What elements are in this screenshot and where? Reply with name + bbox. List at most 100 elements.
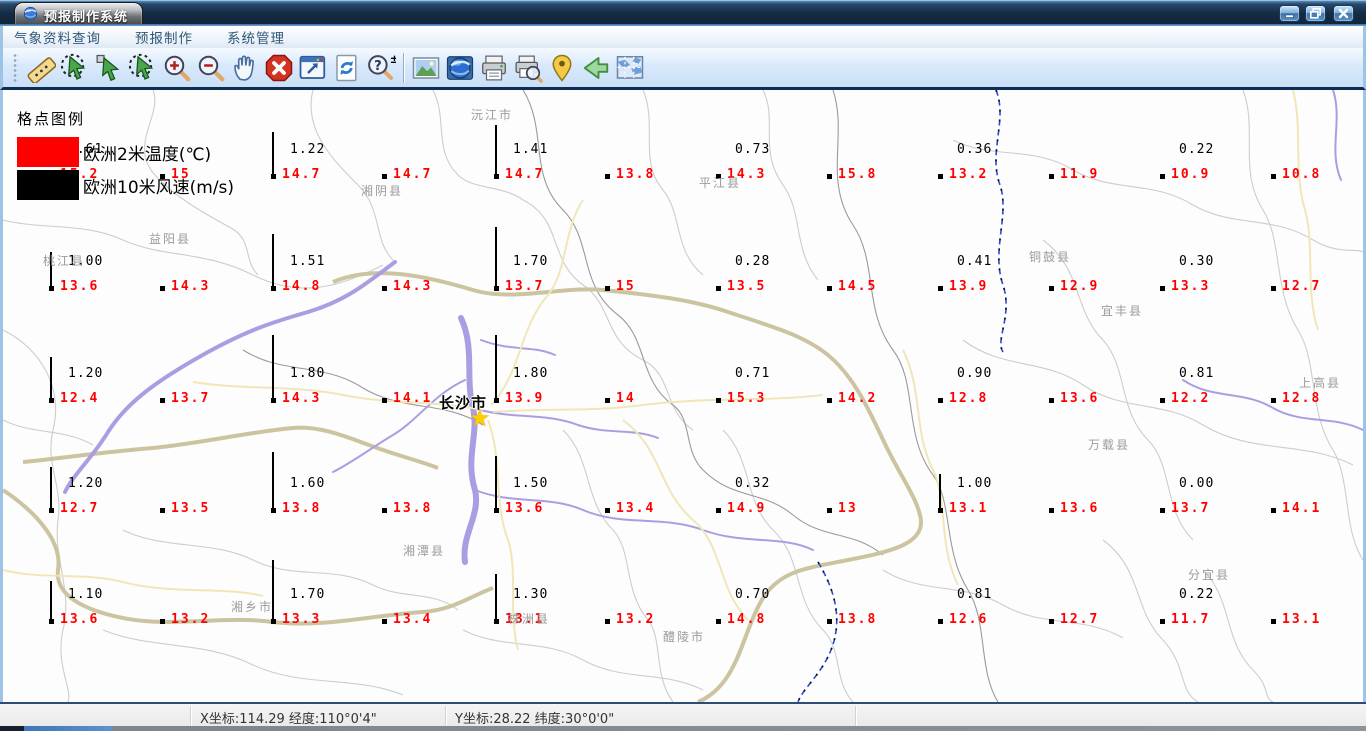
station-temperature: 14.5 bbox=[838, 279, 878, 294]
select-features-icon[interactable] bbox=[126, 51, 160, 85]
identify-query-icon[interactable]: ±? bbox=[364, 51, 398, 85]
station-windspeed: 0.71 bbox=[735, 366, 771, 381]
station-temperature: 14 bbox=[616, 391, 636, 406]
print-icon[interactable] bbox=[477, 51, 511, 85]
station-temperature: 13 bbox=[838, 501, 858, 516]
station-windspeed: 0.90 bbox=[957, 366, 993, 381]
station-windspeed: 1.70 bbox=[513, 254, 549, 269]
wind-barb-line bbox=[495, 456, 497, 510]
station-dot bbox=[938, 619, 943, 624]
locate-pin-icon[interactable] bbox=[545, 51, 579, 85]
station-dot bbox=[1160, 286, 1165, 291]
app-tab[interactable]: 预报制作系统 bbox=[14, 2, 144, 27]
station-temperature: 12.7 bbox=[60, 501, 100, 516]
station-windspeed: 1.41 bbox=[513, 142, 549, 157]
station-temperature: 14.3 bbox=[171, 279, 211, 294]
refresh-page-icon[interactable] bbox=[330, 51, 364, 85]
station-dot bbox=[938, 174, 943, 179]
wind-barb-line bbox=[272, 132, 274, 176]
menu-forecast-production[interactable]: 预报制作 bbox=[135, 27, 193, 47]
title-bar: 预报制作系统 bbox=[0, 0, 1366, 27]
station-temperature: 13.6 bbox=[1060, 391, 1100, 406]
select-by-circle-icon[interactable] bbox=[58, 51, 92, 85]
station-temperature: 14.3 bbox=[393, 279, 433, 294]
station-temperature: 13.6 bbox=[505, 501, 545, 516]
map-viewport[interactable]: 15.2 0.61 15 14.7 1.22 14.7 14.7 1.41 13.8 14.3 0.… bbox=[0, 90, 1366, 702]
export-image-icon[interactable] bbox=[409, 51, 443, 85]
station-temperature: 12.8 bbox=[949, 391, 989, 406]
wind-barb-line bbox=[495, 125, 497, 176]
station-temperature: 13.9 bbox=[949, 279, 989, 294]
restore-button[interactable] bbox=[1305, 5, 1326, 22]
station-windspeed: 1.80 bbox=[513, 366, 549, 381]
legend-title: 格点图例 bbox=[17, 110, 86, 128]
status-divider bbox=[855, 706, 856, 726]
cancel-stop-icon[interactable] bbox=[262, 51, 296, 85]
station-dot bbox=[827, 619, 832, 624]
station-windspeed: 0.22 bbox=[1179, 587, 1215, 602]
station-temperature: 14.7 bbox=[505, 167, 545, 182]
pan-hand-icon[interactable] bbox=[228, 51, 262, 85]
station-temperature: 15.3 bbox=[727, 391, 767, 406]
zoom-out-icon[interactable] bbox=[194, 51, 228, 85]
station-temperature: 13.7 bbox=[171, 391, 211, 406]
menu-system-management[interactable]: 系统管理 bbox=[227, 27, 285, 47]
station-temperature: 13.5 bbox=[727, 279, 767, 294]
globe-view-icon[interactable] bbox=[443, 51, 477, 85]
station-temperature: 13.2 bbox=[616, 612, 656, 627]
close-button[interactable] bbox=[1333, 5, 1354, 22]
zoom-in-icon[interactable] bbox=[160, 51, 194, 85]
select-element-icon[interactable] bbox=[92, 51, 126, 85]
station-temperature: 13.8 bbox=[838, 612, 878, 627]
station-temperature: 15 bbox=[616, 279, 636, 294]
station-windspeed: 1.22 bbox=[290, 142, 326, 157]
station-temperature: 15.8 bbox=[838, 167, 878, 182]
station-temperature: 13.7 bbox=[1171, 501, 1211, 516]
minimize-button[interactable] bbox=[1279, 5, 1300, 22]
wind-barb-line bbox=[495, 574, 497, 621]
station-windspeed: 1.20 bbox=[68, 476, 104, 491]
legend-label-windspeed: 欧洲10米风速(m/s) bbox=[83, 177, 235, 198]
toolbar: ±? bbox=[0, 48, 1366, 90]
map-grid-icon[interactable] bbox=[613, 51, 647, 85]
station-dot bbox=[382, 398, 387, 403]
full-extent-window-icon[interactable] bbox=[296, 51, 330, 85]
station-temperature: 12.9 bbox=[1060, 279, 1100, 294]
station-windspeed: 1.20 bbox=[68, 366, 104, 381]
station-dot bbox=[716, 508, 721, 513]
station-dot bbox=[716, 619, 721, 624]
toolbar-grip[interactable] bbox=[13, 52, 18, 83]
station-dot bbox=[716, 286, 721, 291]
legend-label-temperature: 欧洲2米温度(℃) bbox=[83, 144, 212, 165]
station-temperature: 13.3 bbox=[282, 612, 322, 627]
station-dot bbox=[938, 398, 943, 403]
menu-weather-data-query[interactable]: 气象资料查询 bbox=[14, 27, 101, 47]
station-temperature: 13.4 bbox=[616, 501, 656, 516]
station-dot bbox=[827, 508, 832, 513]
station-temperature: 11.9 bbox=[1060, 167, 1100, 182]
station-dot bbox=[827, 286, 832, 291]
station-dot bbox=[1049, 619, 1054, 624]
station-windspeed: 1.70 bbox=[290, 587, 326, 602]
place-label: 平江县 bbox=[699, 176, 742, 190]
measure-ruler-icon[interactable] bbox=[24, 51, 58, 85]
back-arrow-icon[interactable] bbox=[579, 51, 613, 85]
print-preview-icon[interactable] bbox=[511, 51, 545, 85]
status-divider bbox=[190, 706, 191, 726]
wind-barb-line bbox=[495, 335, 497, 400]
station-windspeed: 0.81 bbox=[1179, 366, 1215, 381]
station-temperature: 13.2 bbox=[949, 167, 989, 182]
station-temperature: 13.8 bbox=[393, 501, 433, 516]
legend-item-temperature: 欧洲2米温度(℃) bbox=[17, 137, 234, 167]
station-windspeed: 0.28 bbox=[735, 254, 771, 269]
station-temperature: 12.2 bbox=[1171, 391, 1211, 406]
station-dot bbox=[1049, 286, 1054, 291]
place-label: 万载县 bbox=[1088, 438, 1131, 452]
station-windspeed: 0.73 bbox=[735, 142, 771, 157]
menu-bar: 气象资料查询 预报制作 系统管理 bbox=[0, 26, 1366, 48]
place-label: 沅江市 bbox=[471, 108, 514, 122]
station-windspeed: 0.41 bbox=[957, 254, 993, 269]
station-dot bbox=[716, 398, 721, 403]
app-title: 预报制作系统 bbox=[44, 9, 129, 25]
station-dot bbox=[605, 174, 610, 179]
